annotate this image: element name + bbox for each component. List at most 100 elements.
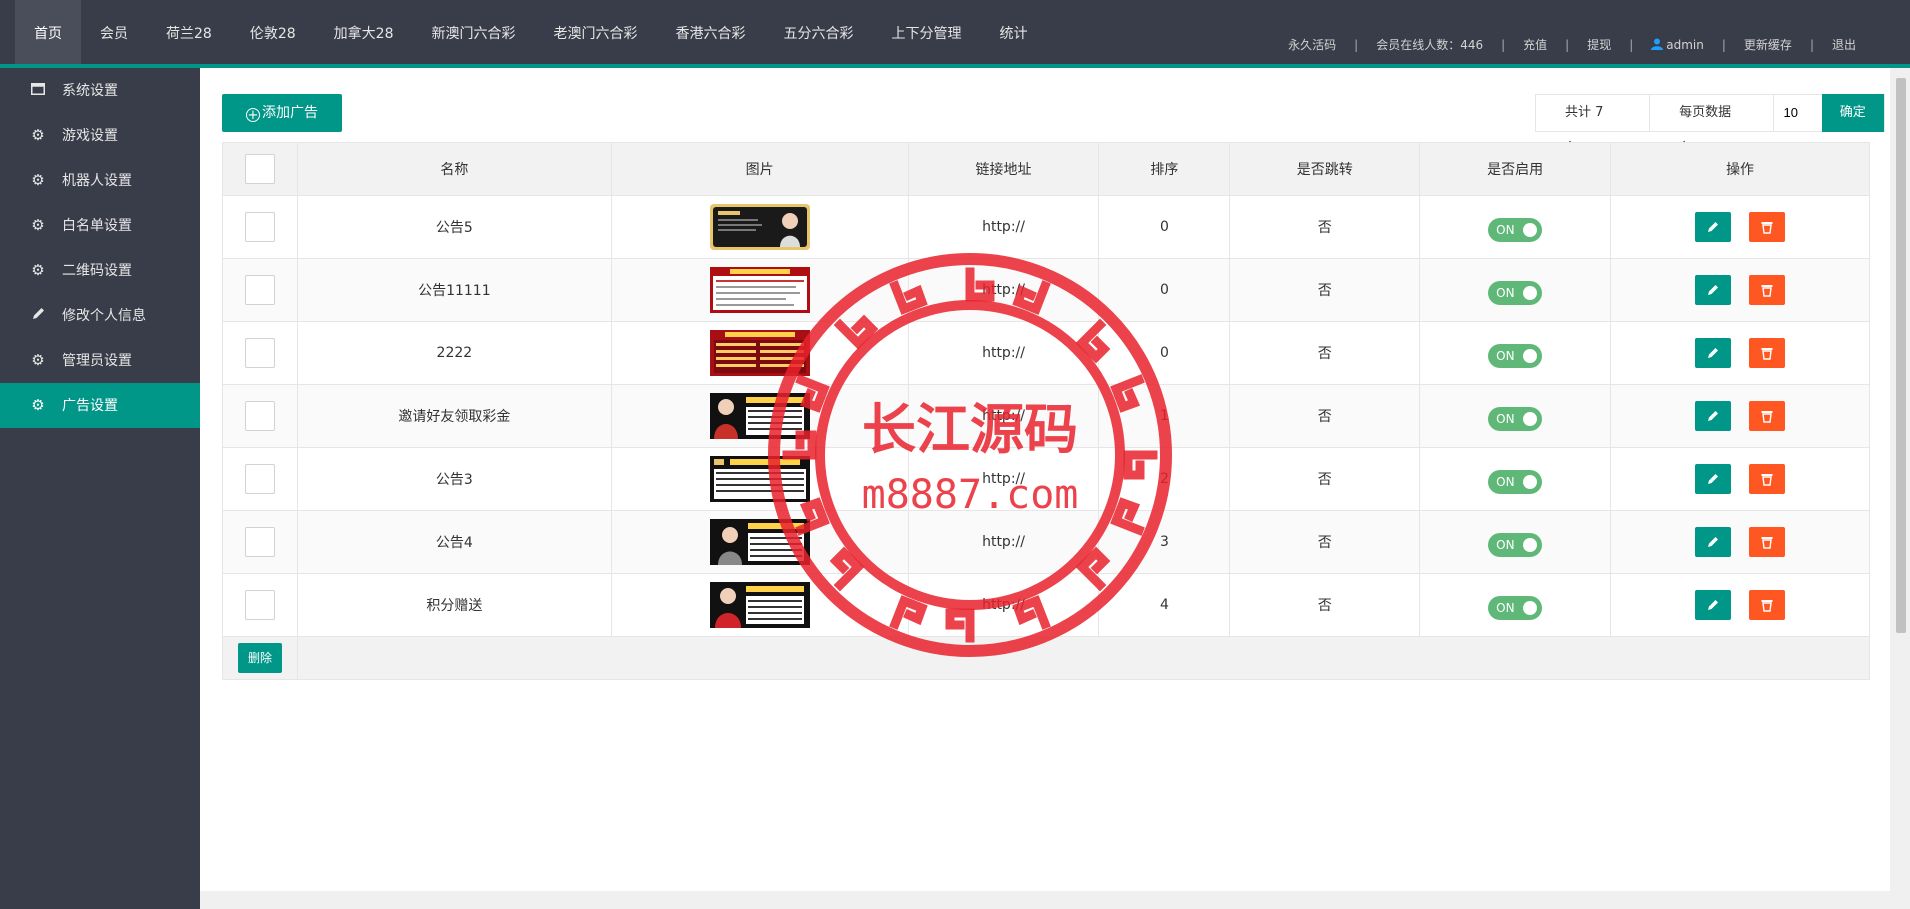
sidebar-item-label: 管理员设置	[62, 353, 132, 369]
enabled-toggle[interactable]: ON	[1488, 470, 1543, 494]
nav-statistics[interactable]: 统计	[980, 0, 1046, 64]
enabled-toggle[interactable]: ON	[1488, 344, 1543, 368]
table-footer-row: 删除	[222, 636, 1871, 680]
gear-icon: ⚙	[31, 216, 45, 234]
ad-jump: 否	[1229, 573, 1421, 637]
ad-jump: 否	[1229, 321, 1421, 385]
toggle-label: ON	[1496, 601, 1515, 615]
nav-credit-management[interactable]: 上下分管理	[872, 0, 980, 64]
nav-old-macau-lottery[interactable]: 老澳门六合彩	[534, 0, 656, 64]
delete-button[interactable]	[1749, 527, 1786, 557]
edit-button[interactable]	[1694, 275, 1731, 305]
ad-actions-cell	[1610, 573, 1870, 637]
ad-thumbnail[interactable]	[709, 582, 810, 628]
top-nav: 首页 会员 荷兰28 伦敦28 加拿大28 新澳门六合彩 老澳门六合彩 香港六合…	[15, 0, 1046, 64]
sidebar-item-label: 二维码设置	[62, 263, 132, 279]
delete-button[interactable]	[1749, 338, 1786, 368]
recharge-link[interactable]: 充值	[1519, 36, 1551, 53]
confirm-button[interactable]: 确定	[1821, 94, 1885, 132]
ad-link: http://	[907, 573, 1100, 637]
row-checkbox[interactable]	[244, 401, 275, 431]
sidebar-item-edit-profile[interactable]: 修改个人信息	[0, 293, 200, 338]
edit-button[interactable]	[1694, 527, 1731, 557]
separator: |	[1721, 37, 1726, 52]
pencil-icon	[1707, 474, 1718, 484]
toggle-label: ON	[1496, 412, 1515, 426]
horizontal-scroll-area	[200, 891, 1890, 909]
nav-members[interactable]: 会员	[81, 0, 147, 64]
ad-thumbnail[interactable]	[709, 330, 810, 376]
add-ad-button[interactable]: + 添加广告	[222, 94, 342, 132]
sidebar-item-admin-settings[interactable]: ⚙ 管理员设置	[0, 338, 200, 383]
nav-new-macau-lottery[interactable]: 新澳门六合彩	[412, 0, 534, 64]
withdraw-link[interactable]: 提现	[1583, 36, 1615, 53]
enabled-toggle[interactable]: ON	[1488, 533, 1543, 557]
toggle-knob	[1523, 286, 1538, 300]
edit-button[interactable]	[1694, 464, 1731, 494]
ad-thumbnail[interactable]	[709, 204, 810, 250]
enabled-toggle[interactable]: ON	[1488, 596, 1543, 620]
ad-actions-cell	[1610, 447, 1870, 511]
sidebar-item-robot-settings[interactable]: ⚙ 机器人设置	[0, 158, 200, 203]
sidebar-item-qrcode-settings[interactable]: ⚙ 二维码设置	[0, 248, 200, 293]
user-menu[interactable]: admin	[1647, 38, 1708, 52]
row-checkbox[interactable]	[244, 464, 275, 494]
delete-button[interactable]	[1749, 401, 1786, 431]
edit-button[interactable]	[1694, 401, 1731, 431]
sidebar-item-system-settings[interactable]: 系统设置	[0, 68, 200, 113]
ad-enabled-cell: ON	[1419, 258, 1612, 322]
ad-actions-cell	[1610, 384, 1870, 448]
edit-button[interactable]	[1694, 590, 1731, 620]
ad-name: 2222	[296, 321, 612, 385]
table-row: 2222 http:// 0 否 ON	[222, 321, 1870, 385]
separator: |	[1565, 37, 1570, 52]
sidebar-item-label: 游戏设置	[62, 128, 118, 144]
row-select-cell	[222, 510, 298, 574]
vertical-scrollbar[interactable]	[1890, 68, 1910, 909]
enabled-toggle[interactable]: ON	[1488, 407, 1543, 431]
activation-link[interactable]: 永久活码	[1284, 36, 1340, 53]
row-checkbox[interactable]	[244, 590, 275, 620]
nav-home[interactable]: 首页	[15, 0, 81, 64]
row-select-cell	[222, 321, 298, 385]
ad-actions-cell	[1610, 321, 1870, 385]
nav-five-minute-lottery[interactable]: 五分六合彩	[764, 0, 872, 64]
sidebar-item-whitelist-settings[interactable]: ⚙ 白名单设置	[0, 203, 200, 248]
ad-thumbnail[interactable]	[709, 267, 810, 313]
nav-holland28[interactable]: 荷兰28	[147, 0, 231, 64]
select-all-checkbox[interactable]	[244, 154, 275, 184]
ad-sort: 0	[1098, 195, 1231, 259]
row-checkbox[interactable]	[244, 527, 275, 557]
logout-link[interactable]: 退出	[1828, 36, 1860, 53]
delete-button[interactable]	[1749, 590, 1786, 620]
pencil-icon	[1707, 600, 1718, 610]
delete-button[interactable]	[1749, 212, 1786, 242]
delete-button[interactable]	[1749, 464, 1786, 494]
sidebar-item-ad-settings[interactable]: ⚙ 广告设置	[0, 383, 200, 428]
ad-thumbnail[interactable]	[709, 393, 810, 439]
refresh-cache-link[interactable]: 更新缓存	[1740, 36, 1796, 53]
row-checkbox[interactable]	[244, 212, 275, 242]
row-checkbox[interactable]	[244, 338, 275, 368]
ad-thumbnail[interactable]	[709, 519, 810, 565]
ad-thumbnail[interactable]	[709, 456, 810, 502]
nav-london28[interactable]: 伦敦28	[231, 0, 315, 64]
batch-delete-button[interactable]: 删除	[237, 643, 282, 673]
sidebar-item-label: 白名单设置	[62, 218, 132, 234]
enabled-toggle[interactable]: ON	[1488, 218, 1543, 242]
per-page-input[interactable]	[1773, 95, 1822, 131]
ad-sort: 0	[1098, 321, 1231, 385]
ad-image-cell	[610, 258, 909, 322]
edit-button[interactable]	[1694, 212, 1731, 242]
scrollbar-thumb[interactable]	[1896, 78, 1906, 633]
enabled-toggle[interactable]: ON	[1488, 281, 1543, 305]
edit-button[interactable]	[1694, 338, 1731, 368]
trash-icon	[1761, 348, 1773, 360]
nav-hongkong-lottery[interactable]: 香港六合彩	[656, 0, 764, 64]
row-checkbox[interactable]	[244, 275, 275, 305]
nav-canada28[interactable]: 加拿大28	[315, 0, 413, 64]
ad-name: 邀请好友领取彩金	[296, 384, 612, 448]
ad-link: http://	[907, 258, 1100, 322]
delete-button[interactable]	[1749, 275, 1786, 305]
sidebar-item-game-settings[interactable]: ⚙ 游戏设置	[0, 113, 200, 158]
